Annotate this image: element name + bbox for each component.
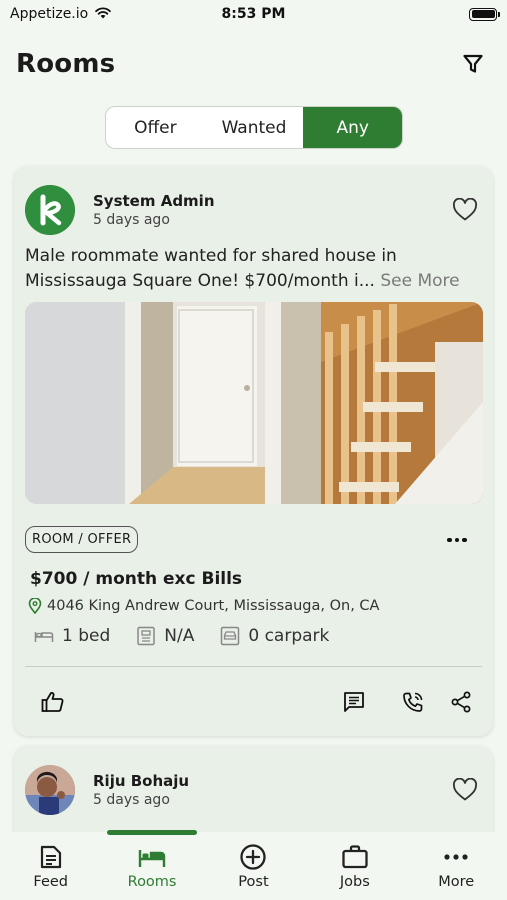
battery-icon [469,7,500,21]
briefcase-icon [340,842,370,872]
post-author-row: System Admin 5 days ago [25,184,482,236]
plus-circle-icon [238,842,268,872]
author-meta: System Admin 5 days ago [93,192,215,228]
post-time: 5 days ago [93,212,170,228]
car-icon [220,626,240,646]
wifi-icon [94,6,112,23]
post-time: 5 days ago [93,792,170,808]
nav-jobs[interactable]: Jobs [310,842,400,890]
author-name[interactable]: System Admin [93,192,215,210]
heart-icon [453,778,477,801]
listing-type-tag: ROOM / OFFER [25,526,139,553]
address-text: 4046 King Andrew Court, Mississauga, On,… [47,598,380,614]
favorite-button[interactable] [448,773,482,807]
see-more-link[interactable]: See More [380,271,459,291]
share-button[interactable] [445,686,477,718]
filter-icon [463,54,483,73]
location-pin-icon [28,598,42,614]
status-time: 8:53 PM [221,6,286,22]
comment-icon [344,692,364,712]
like-button[interactable] [37,686,69,718]
more-dots-icon [447,537,452,543]
author-meta: Riju Bohaju 5 days ago [93,772,189,808]
avatar[interactable] [25,765,75,815]
nav-more-label: More [438,874,475,890]
bed-count: 1 bed [62,626,111,646]
bed-icon [34,626,54,646]
bathroom-value: N/A [164,626,195,646]
thumbs-up-icon [41,691,64,712]
carpark-count: 0 carpark [248,626,330,646]
status-right [327,7,500,21]
status-bar: Appetize.io 8:53 PM [0,0,507,28]
bed-icon [137,842,167,872]
room-photo [25,302,483,504]
segment-offer[interactable]: Offer [106,107,205,148]
nav-feed-label: Feed [33,874,68,890]
logo-k-icon [25,185,75,235]
nav-jobs-label: Jobs [339,874,370,890]
bottom-nav: Feed Rooms Post Jobs More [0,830,507,900]
avatar[interactable] [25,185,75,235]
nav-rooms-label: Rooms [127,874,177,890]
bathroom-icon [136,626,156,646]
heart-icon [453,198,477,221]
room-features: 1 bed N/A 0 carpark [34,626,329,646]
nav-post-label: Post [238,874,269,890]
feed-icon [36,842,66,872]
status-left: Appetize.io [10,6,180,23]
price: $700 / month exc Bills [30,569,243,589]
header: Rooms [16,40,491,88]
phone-icon [403,692,423,712]
listing-type-segmented-control: Offer Wanted Any [105,106,403,149]
post-description-text: Male roommate wanted for shared house in… [25,246,397,291]
address: 4046 King Andrew Court, Mississauga, On,… [28,598,379,614]
author-name[interactable]: Riju Bohaju [93,772,189,790]
user-photo [25,765,75,815]
nav-more[interactable]: More [411,842,501,890]
divider [25,666,482,667]
favorite-button[interactable] [448,193,482,227]
call-button[interactable] [397,686,429,718]
post-description: Male roommate wanted for shared house in… [25,244,473,294]
page-title: Rooms [16,49,116,79]
more-options-button[interactable] [443,528,471,552]
active-tab-indicator [107,830,198,835]
carrier-label: Appetize.io [10,6,89,22]
share-icon [451,691,471,713]
segment-any[interactable]: Any [303,107,402,148]
nav-post[interactable]: Post [208,842,298,890]
post-author-row: Riju Bohaju 5 days ago [25,764,482,816]
post-actions [25,686,482,718]
nav-rooms[interactable]: Rooms [107,830,198,890]
post-photo[interactable] [25,302,483,504]
filter-button[interactable] [455,46,491,82]
comment-button[interactable] [338,686,370,718]
nav-feed[interactable]: Feed [6,842,96,890]
segment-wanted[interactable]: Wanted [205,107,304,148]
room-post-card[interactable]: System Admin 5 days ago Male roommate wa… [14,166,493,736]
more-icon [441,842,471,872]
